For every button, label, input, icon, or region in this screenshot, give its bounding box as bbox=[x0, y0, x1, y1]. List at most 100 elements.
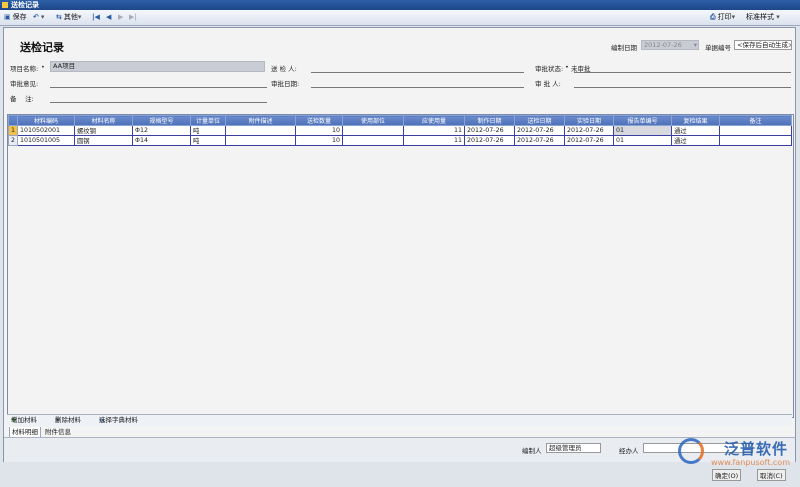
table-cell[interactable] bbox=[342, 125, 404, 136]
opinion-label: 审批意见: bbox=[10, 80, 39, 88]
table-cell[interactable] bbox=[719, 135, 792, 146]
watermark-logo bbox=[678, 438, 704, 464]
first-record-button[interactable]: |◀ bbox=[92, 12, 102, 23]
table-cell[interactable] bbox=[719, 125, 792, 136]
column-header[interactable]: 备注 bbox=[719, 115, 792, 126]
sender-field[interactable] bbox=[311, 72, 524, 73]
table-cell[interactable]: 通过 bbox=[671, 135, 720, 146]
column-header[interactable]: 复检结果 bbox=[671, 115, 720, 126]
watermark-url: www.fanpusoft.com bbox=[711, 458, 790, 467]
table-cell[interactable]: 10 bbox=[295, 135, 343, 146]
column-header[interactable]: 材料名称 bbox=[74, 115, 133, 126]
column-header[interactable]: 材料编码 bbox=[17, 115, 75, 126]
column-header[interactable]: 计量单位 bbox=[190, 115, 226, 126]
approve-date-label: 审批日期: bbox=[271, 80, 300, 88]
handler-label: 经办人 bbox=[619, 447, 639, 455]
sender-label: 送 检 人: bbox=[271, 65, 297, 73]
column-header[interactable]: 送检数量 bbox=[295, 115, 343, 126]
table-cell[interactable]: 01 bbox=[613, 125, 672, 136]
table-cell[interactable]: 圆钢 bbox=[74, 135, 133, 146]
table-cell[interactable]: 01 bbox=[613, 135, 672, 146]
next-record-button[interactable]: ▶ bbox=[118, 12, 125, 23]
undo-button[interactable]: ↶ ▾ bbox=[33, 12, 44, 23]
opinion-field[interactable] bbox=[50, 87, 267, 88]
table-header-row: 材料编码 材料名称 规格型号 计量单位 附件描述 送检数量 使用部位 应使用量 … bbox=[8, 115, 792, 126]
table-cell[interactable]: 10 bbox=[295, 125, 343, 136]
project-label: 项目名称: bbox=[10, 65, 39, 73]
maker-label: 编制人 bbox=[522, 447, 542, 455]
column-header[interactable]: 实验日期 bbox=[564, 115, 614, 126]
style-select[interactable]: 标准样式 ▾ bbox=[746, 12, 780, 23]
table-cell[interactable]: 2012-07-26 bbox=[564, 135, 614, 146]
table-row[interactable]: 2 1010501005 圆钢 Φ14 吨 10 11 2012-07-26 2… bbox=[8, 135, 792, 146]
cancel-button[interactable]: 取消(C) bbox=[757, 469, 786, 481]
other-icon: ⇆ bbox=[56, 13, 62, 21]
row-number[interactable]: 1 bbox=[8, 125, 18, 136]
approve-date-field[interactable] bbox=[311, 87, 524, 88]
table-cell[interactable]: 吨 bbox=[190, 135, 226, 146]
column-header[interactable]: 应使用量 bbox=[403, 115, 465, 126]
row-number[interactable]: 2 bbox=[8, 135, 18, 146]
column-header[interactable]: 报告单编号 bbox=[613, 115, 672, 126]
table-cell[interactable]: 11 bbox=[403, 135, 465, 146]
column-header[interactable]: 规格型号 bbox=[132, 115, 191, 126]
form-footer: 编制人 超级管理员 经办人 bbox=[4, 437, 795, 462]
table-cell[interactable]: 2012-07-26 bbox=[464, 135, 515, 146]
table-cell[interactable]: Φ14 bbox=[132, 135, 191, 146]
project-field[interactable]: AA项目 bbox=[50, 61, 265, 72]
approver-label: 审 批 人: bbox=[535, 80, 561, 88]
watermark-brand: 泛普软件 bbox=[723, 440, 788, 458]
remark-label: 备 注: bbox=[10, 95, 34, 103]
column-header[interactable]: 送检日期 bbox=[514, 115, 565, 126]
table-cell[interactable]: 2012-07-26 bbox=[514, 135, 565, 146]
column-header[interactable]: 附件描述 bbox=[225, 115, 296, 126]
next-icon: ▶ bbox=[118, 13, 124, 21]
dropdown-icon: ▾ bbox=[693, 41, 697, 49]
save-icon: ▣ bbox=[4, 13, 11, 21]
status-label: 审批状态: bbox=[535, 65, 564, 73]
table-cell[interactable]: 2012-07-26 bbox=[464, 125, 515, 136]
column-header[interactable]: 制作日期 bbox=[464, 115, 515, 126]
approver-field[interactable] bbox=[574, 87, 791, 88]
window-titlebar: 送检记录 bbox=[0, 0, 800, 10]
undo-icon: ↶ bbox=[33, 13, 39, 21]
status-underline bbox=[574, 72, 791, 73]
last-record-button[interactable]: ▶| bbox=[129, 12, 139, 23]
docno-label: 单据编号 bbox=[705, 44, 731, 52]
table-cell[interactable]: 2012-07-26 bbox=[514, 125, 565, 136]
table-cell[interactable]: 通过 bbox=[671, 125, 720, 136]
table-cell[interactable]: 1010502001 bbox=[17, 125, 75, 136]
table-cell[interactable] bbox=[225, 135, 296, 146]
prev-record-button[interactable]: ◀ bbox=[106, 12, 113, 23]
maker-field[interactable]: 超级管理员 bbox=[546, 443, 601, 453]
materials-grid: 材料编码 材料名称 规格型号 计量单位 附件描述 送检数量 使用部位 应使用量 … bbox=[7, 114, 794, 418]
form-window: 送检记录 编制日期 2012-07-26 ▾ 单据编号 <保存后自动生成> 项目名… bbox=[3, 27, 796, 462]
column-header[interactable]: 使用部位 bbox=[342, 115, 404, 126]
print-button[interactable]: ⎙ 打印▾ bbox=[710, 12, 735, 23]
table-cell[interactable]: Φ12 bbox=[132, 125, 191, 136]
table-cell[interactable]: 1010501005 bbox=[17, 135, 75, 146]
docno-field[interactable]: <保存后自动生成> bbox=[734, 40, 792, 50]
table-cell[interactable]: 吨 bbox=[190, 125, 226, 136]
table-cell[interactable] bbox=[342, 135, 404, 146]
app-icon bbox=[2, 2, 8, 8]
date-label: 编制日期 bbox=[611, 44, 637, 52]
status-bullet: • bbox=[565, 63, 569, 71]
table-cell[interactable]: 螺纹钢 bbox=[74, 125, 133, 136]
first-icon: |◀ bbox=[92, 13, 100, 21]
remark-field[interactable] bbox=[50, 102, 267, 103]
other-menu-button[interactable]: ⇆ 其他▾ bbox=[56, 12, 81, 23]
table-cell[interactable] bbox=[225, 125, 296, 136]
save-button[interactable]: ▣ 保存 bbox=[4, 12, 27, 23]
table-row[interactable]: 1 1010502001 螺纹钢 Φ12 吨 10 11 2012-07-26 … bbox=[8, 125, 792, 136]
ok-button[interactable]: 确定(O) bbox=[712, 469, 742, 481]
date-field[interactable]: 2012-07-26 ▾ bbox=[641, 40, 699, 50]
tab-attachment[interactable]: 附件信息 bbox=[43, 427, 73, 437]
material-toolbar: ✚ 增加材料 ✕ 删除材料 ⇆ 选择字典材料 bbox=[7, 414, 792, 426]
print-icon: ⎙ bbox=[710, 13, 716, 21]
tab-bar: 材料明细 附件信息 bbox=[7, 427, 792, 438]
table-cell[interactable]: 2012-07-26 bbox=[564, 125, 614, 136]
page-title: 送检记录 bbox=[20, 41, 64, 54]
table-cell[interactable]: 11 bbox=[403, 125, 465, 136]
last-icon: ▶| bbox=[129, 13, 137, 21]
